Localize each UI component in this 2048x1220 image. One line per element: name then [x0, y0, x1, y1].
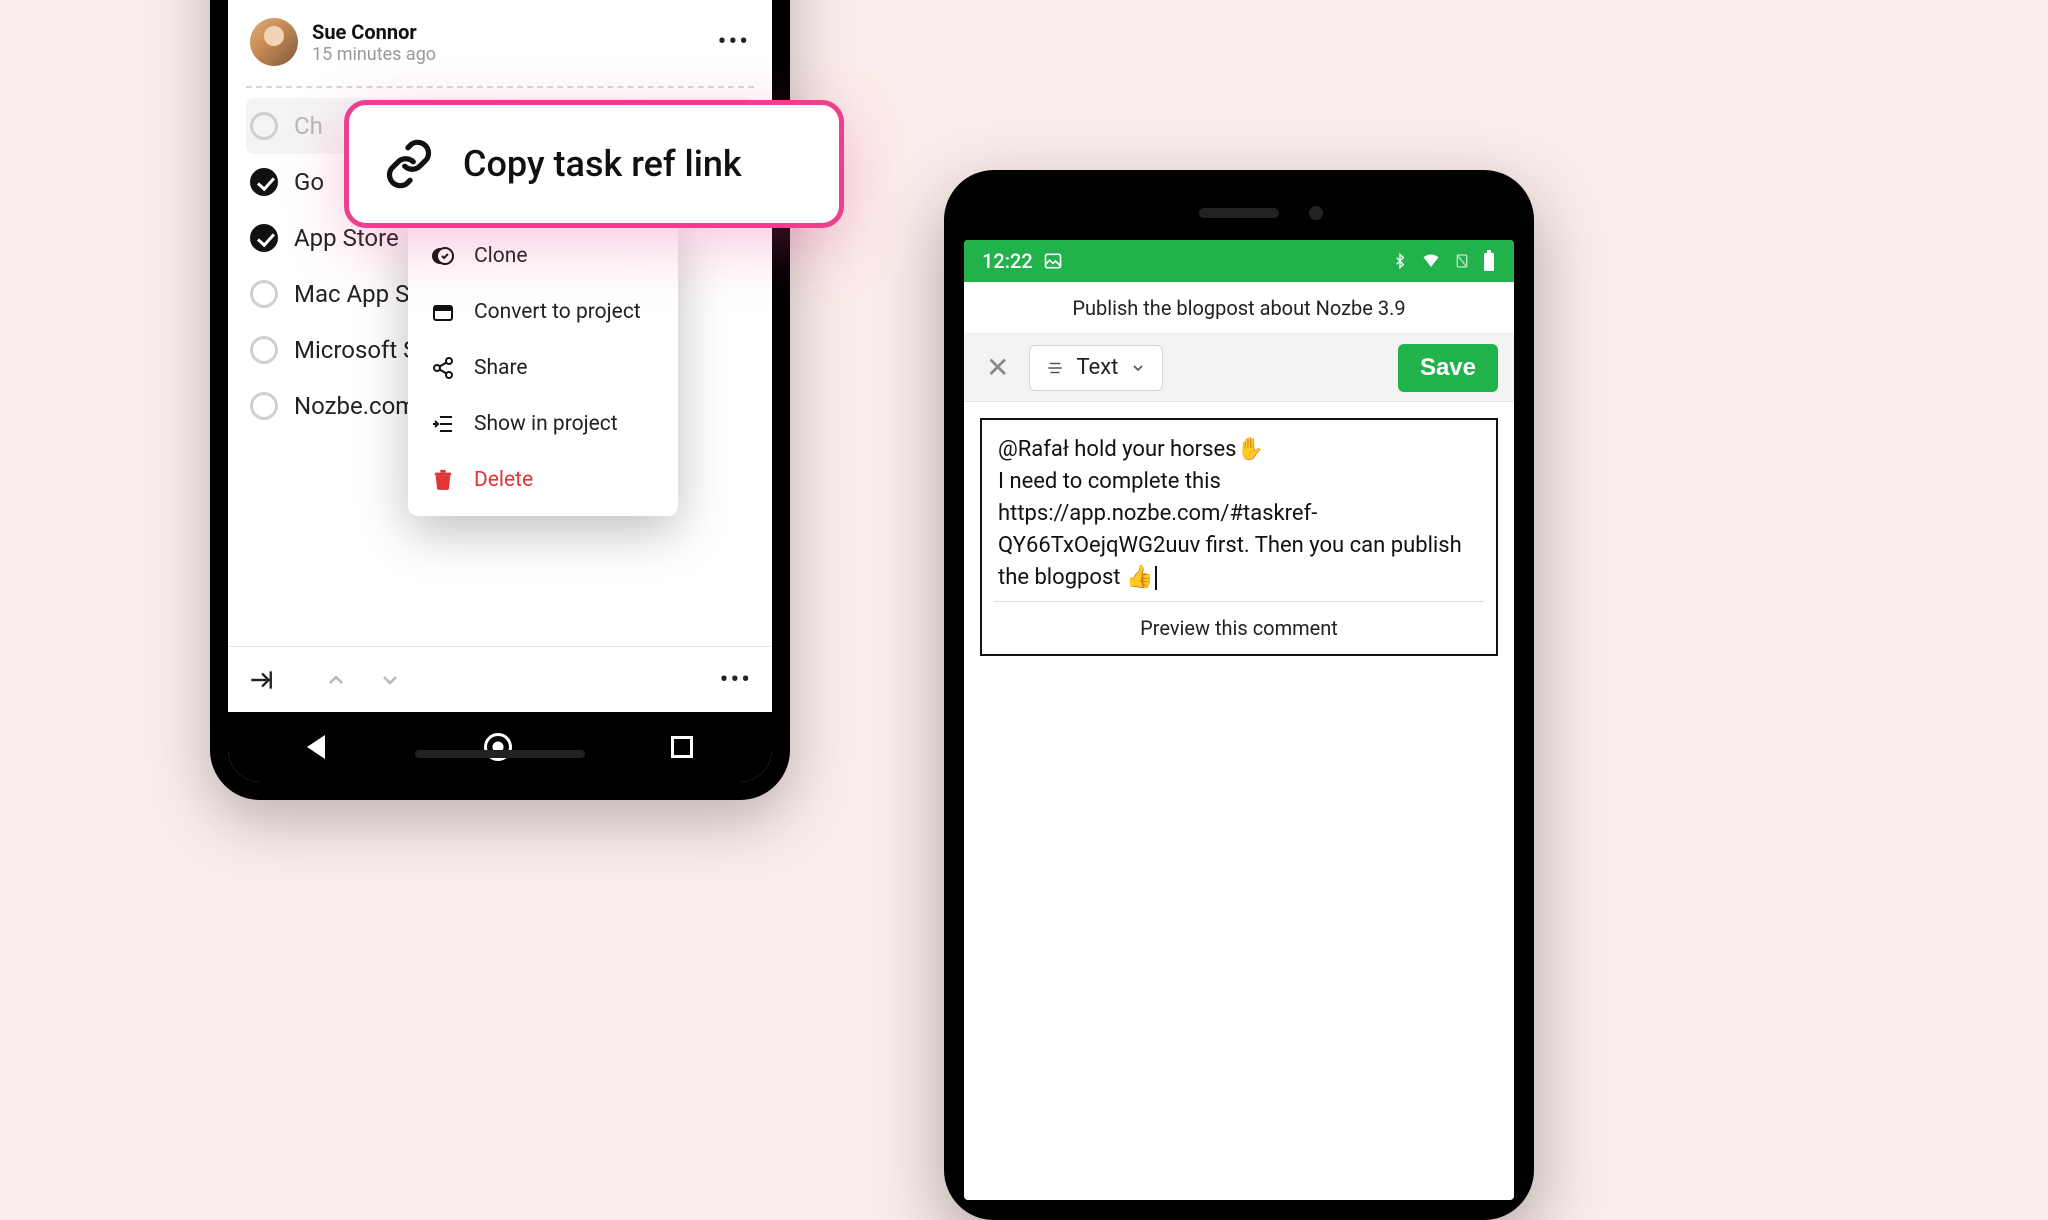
share-icon — [430, 356, 456, 380]
chevron-down-icon[interactable] — [378, 668, 402, 692]
battery-icon — [1482, 250, 1496, 272]
status-bar: 12:22 — [964, 240, 1514, 282]
nav-back-icon[interactable] — [307, 735, 325, 759]
checkbox-icon[interactable] — [250, 336, 278, 364]
bluetooth-icon — [1392, 251, 1408, 271]
checklist-item-label: App Store — [294, 224, 399, 252]
separator — [246, 86, 754, 88]
text-lines-icon — [1046, 359, 1064, 377]
phone-earpiece — [1199, 208, 1279, 218]
comment-author-row: Sue Connor 15 minutes ago ••• — [246, 8, 754, 82]
close-icon[interactable]: ✕ — [980, 347, 1015, 388]
checkbox-checked-icon[interactable] — [250, 224, 278, 252]
author-meta: Sue Connor 15 minutes ago — [312, 20, 436, 65]
wifi-icon — [1420, 252, 1442, 270]
phone-right: 12:22 Publish the blogpost abo — [944, 170, 1534, 1220]
task-bottom-bar: ••• — [228, 646, 772, 712]
phone-camera — [1309, 206, 1323, 220]
text-cursor — [1155, 566, 1157, 590]
preview-comment-button[interactable]: Preview this comment — [994, 601, 1484, 654]
more-icon[interactable]: ••• — [718, 27, 750, 57]
menu-item-convert-to-project[interactable]: Convert to project — [408, 284, 678, 340]
menu-item-show-in-project[interactable]: Show in project — [408, 396, 678, 452]
chevron-up-icon[interactable] — [324, 668, 348, 692]
menu-item-label: Show in project — [474, 412, 618, 436]
copy-link-label: Copy task ref link — [463, 143, 742, 185]
comment-type-label: Text — [1076, 355, 1118, 380]
phone-right-screen: 12:22 Publish the blogpost abo — [964, 240, 1514, 1200]
copy-task-ref-link[interactable]: Copy task ref link — [344, 100, 844, 228]
trash-icon — [430, 468, 456, 492]
task-title-bar: Publish the blogpost about Nozbe 3.9 — [964, 282, 1514, 334]
comment-text[interactable]: @Rafał hold your horses✋I need to comple… — [982, 420, 1496, 601]
collapse-icon[interactable] — [248, 667, 274, 693]
sim-icon — [1454, 251, 1470, 271]
avatar — [250, 18, 298, 66]
author-name: Sue Connor — [312, 20, 436, 44]
checklist-item-label: Go — [294, 168, 324, 196]
comment-editor[interactable]: @Rafał hold your horses✋I need to comple… — [980, 418, 1498, 656]
menu-item-label: Clone — [474, 244, 527, 268]
checkbox-icon[interactable] — [250, 112, 278, 140]
nav-recent-icon[interactable] — [671, 736, 693, 758]
chevron-down-icon — [1130, 360, 1146, 376]
task-title: Publish the blogpost about Nozbe 3.9 — [1072, 296, 1405, 320]
checkbox-icon[interactable] — [250, 392, 278, 420]
menu-item-clone[interactable]: Clone — [408, 228, 678, 284]
menu-item-share[interactable]: Share — [408, 340, 678, 396]
convert-icon — [430, 300, 456, 324]
more-icon[interactable]: ••• — [720, 665, 752, 695]
comment-type-select[interactable]: Text — [1029, 345, 1163, 391]
checkbox-checked-icon[interactable] — [250, 168, 278, 196]
show-in-project-icon — [430, 412, 456, 436]
author-time: 15 minutes ago — [312, 44, 436, 65]
save-button[interactable]: Save — [1398, 344, 1498, 392]
menu-item-label: Share — [474, 356, 528, 380]
android-nav-bar — [228, 712, 772, 782]
menu-item-delete[interactable]: Delete — [408, 452, 678, 508]
task-context-menu: Clone Convert to project Share Show in proj… — [408, 220, 678, 516]
comment-toolbar: ✕ Text Save — [964, 334, 1514, 402]
checklist-item-label: Ch — [294, 112, 323, 140]
menu-item-label: Convert to project — [474, 300, 641, 324]
menu-item-label: Delete — [474, 468, 533, 492]
image-icon — [1043, 251, 1063, 271]
checklist-item-label: Nozbe.com — [294, 392, 416, 420]
phone-chin — [415, 750, 585, 758]
comment-body: @Rafał hold your horses✋I need to comple… — [998, 437, 1462, 590]
checkbox-icon[interactable] — [250, 280, 278, 308]
link-icon — [383, 138, 435, 190]
status-time: 12:22 — [982, 249, 1033, 273]
clone-icon — [430, 244, 456, 268]
